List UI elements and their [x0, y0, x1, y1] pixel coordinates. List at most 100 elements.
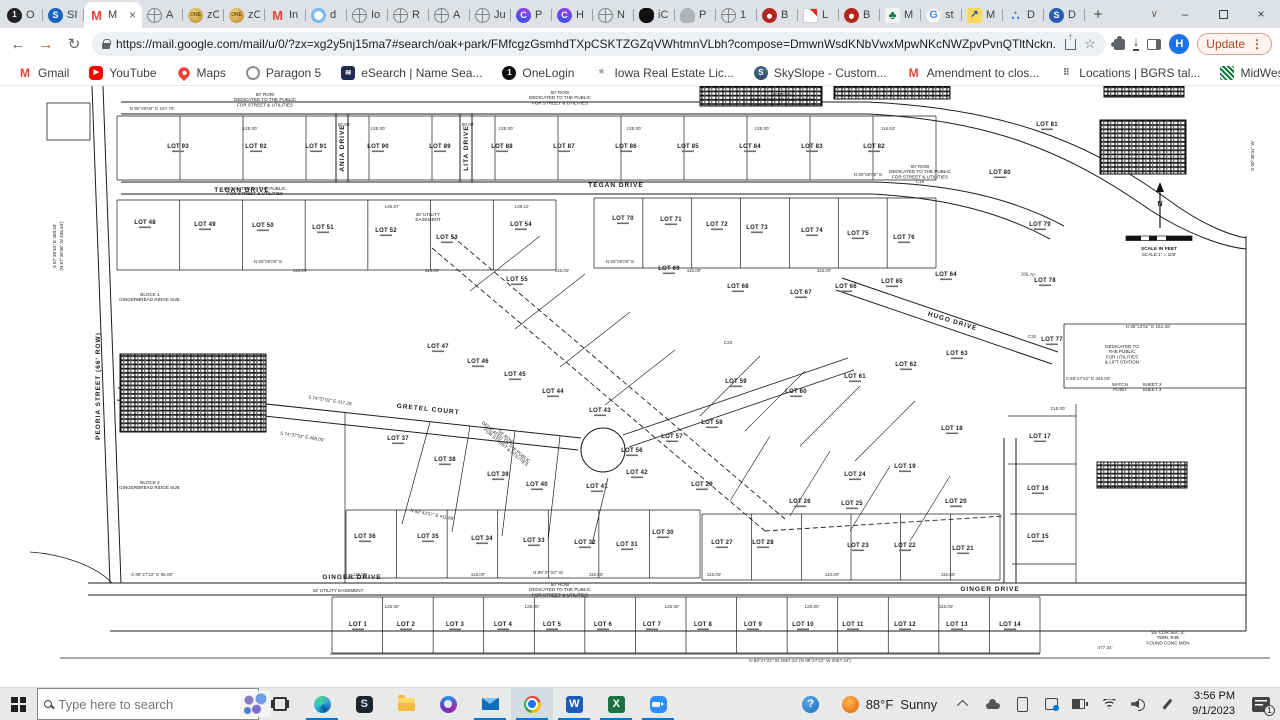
map-text: FOR STREET & UTILITIES [227, 191, 283, 196]
share-icon[interactable] [1065, 39, 1076, 50]
taskbar-app-task-view[interactable] [259, 688, 301, 720]
tab-search-chevron-icon[interactable]: ∨ [1151, 9, 1158, 20]
new-tab-button[interactable]: + [1085, 1, 1111, 27]
bookmark-item[interactable]: Maps [169, 63, 234, 83]
close-button[interactable]: × [1242, 0, 1280, 28]
browser-tab[interactable]: CH [552, 2, 593, 28]
wifi-icon[interactable] [1101, 696, 1117, 712]
taskbar-app-mail[interactable] [469, 688, 511, 720]
map-text: N 90°00'00" E [606, 259, 635, 264]
browser-tab[interactable]: CP [511, 2, 552, 28]
red-circle-icon [844, 8, 859, 23]
extensions-icon[interactable] [1114, 39, 1125, 50]
weather-widget[interactable]: 88°F Sunny [842, 696, 943, 713]
volume-icon[interactable] [1130, 696, 1146, 712]
bookmark-item[interactable]: Paragon 5 [238, 63, 329, 83]
browser-tab[interactable]: ONEzC [183, 2, 224, 28]
bookmark-item[interactable]: 1OneLogin [494, 63, 582, 83]
map-text: S 74°37'02" E 417.29' [308, 395, 353, 407]
browser-tab[interactable]: Gst [921, 2, 962, 28]
browser-tab[interactable]: Ju [470, 2, 511, 28]
tab-title: st [945, 9, 957, 21]
address-bar[interactable]: https://mail.google.com/mail/u/0/?zx=xg2… [92, 32, 1106, 56]
map-text: LOT 87 [553, 144, 575, 150]
taskbar-app-dark-s[interactable]: S [343, 688, 385, 720]
lot-area-text [511, 284, 523, 286]
browser-tab[interactable]: 1O [2, 2, 43, 28]
browser-tab[interactable]: MM× [84, 2, 142, 28]
notification-center-icon[interactable]: 1 [1252, 697, 1270, 712]
map-text: LOT 92 [245, 144, 267, 150]
browser-tab[interactable]: ♣M [880, 2, 921, 28]
bookmark-item[interactable]: MAmendment to clos... [899, 63, 1048, 83]
browser-tab[interactable]: 1 [716, 2, 757, 28]
browser-menu-icon[interactable]: ⋮ [1251, 37, 1263, 51]
explorer-icon [398, 698, 415, 711]
taskbar-app-word[interactable]: W [553, 688, 595, 720]
bookmark-item[interactable]: ⠿Locations | BGRS tal... [1051, 63, 1208, 83]
forward-button[interactable]: → [36, 36, 56, 53]
teams-icon[interactable] [1043, 696, 1059, 712]
side-panel-icon[interactable] [1147, 39, 1161, 50]
browser-tab[interactable]: L [798, 2, 839, 28]
browser-tab[interactable]: d [306, 2, 347, 28]
bookmark-item[interactable]: ≋eSearch | Name Sea... [333, 63, 490, 83]
browser-tab[interactable]: A [142, 2, 183, 28]
bookmark-item[interactable]: MGmail [10, 63, 77, 83]
browser-tab[interactable]: SSI [43, 2, 84, 28]
pen-icon[interactable] [1159, 696, 1175, 712]
map-text: LOT 40 [526, 482, 548, 488]
taskbar-clock[interactable]: 3:56 PM 9/1/2023 [1188, 689, 1239, 719]
browser-tab[interactable]: N [593, 2, 634, 28]
start-button[interactable] [0, 688, 37, 720]
lot-area-text [1039, 285, 1051, 287]
lot-area-text [492, 479, 504, 481]
downloads-icon[interactable]: ↓ [1133, 37, 1140, 51]
bookmark-item[interactable]: MidWestOne [1212, 63, 1280, 83]
map-text: 139.12' [515, 204, 530, 209]
map-text: LOT 30 [652, 530, 674, 536]
browser-tab[interactable]: R [388, 2, 429, 28]
bookmark-item[interactable]: ▶YouTube [81, 63, 164, 83]
map-text: LOT 83 [801, 144, 823, 150]
browser-tab[interactable]: P [675, 2, 716, 28]
update-button[interactable]: Update ⋮ [1197, 33, 1272, 55]
bookmark-item[interactable]: SSkySlope - Custom... [746, 63, 895, 83]
browser-tab[interactable]: B [839, 2, 880, 28]
profile-avatar[interactable]: H [1169, 34, 1189, 54]
chevron-up-icon[interactable] [956, 696, 972, 712]
lot-area-text [682, 151, 694, 153]
tab-close-icon[interactable]: × [128, 8, 137, 22]
browser-tab[interactable]: A [429, 2, 470, 28]
browser-tab[interactable]: Io [347, 2, 388, 28]
search-input[interactable] [58, 697, 234, 712]
browser-tab[interactable]: SD [1044, 2, 1085, 28]
browser-tab[interactable]: iC [634, 2, 675, 28]
globe-icon [598, 8, 613, 23]
bookmark-star-icon[interactable]: ☆ [1084, 36, 1096, 52]
back-button[interactable]: ← [8, 36, 28, 53]
browser-tab[interactable]: ONEzC [224, 2, 265, 28]
battery-icon[interactable] [1072, 696, 1088, 712]
map-text: LOT 36 [354, 534, 376, 540]
taskbar-app-chrome[interactable] [511, 688, 553, 720]
taskbar-app-zoom[interactable] [637, 688, 679, 720]
browser-tab[interactable]: ↗M [962, 2, 1003, 28]
reload-button[interactable]: ↻ [64, 35, 84, 53]
lot-area-text [352, 629, 364, 631]
browser-tab[interactable]: B [757, 2, 798, 28]
taskbar-app-get-help[interactable]: ? [790, 688, 832, 720]
phone-link-icon[interactable] [1014, 696, 1030, 712]
taskbar-search-box[interactable] [37, 688, 259, 720]
taskbar-app-edge[interactable] [301, 688, 343, 720]
onedrive-icon[interactable] [985, 696, 1001, 712]
taskbar-app-explorer[interactable] [385, 688, 427, 720]
url-text[interactable]: https://mail.google.com/mail/u/0/?zx=xg2… [116, 37, 1057, 51]
browser-tab[interactable]: MIn [265, 2, 306, 28]
taskbar-app-purple-ring[interactable] [427, 688, 469, 720]
bookmark-item[interactable]: *Iowa Real Estate Lic... [586, 63, 741, 83]
taskbar-app-excel[interactable]: X [595, 688, 637, 720]
browser-tab[interactable]: ∴D [1003, 2, 1044, 28]
maximize-button[interactable] [1204, 0, 1242, 28]
minimize-button[interactable]: – [1166, 0, 1204, 28]
